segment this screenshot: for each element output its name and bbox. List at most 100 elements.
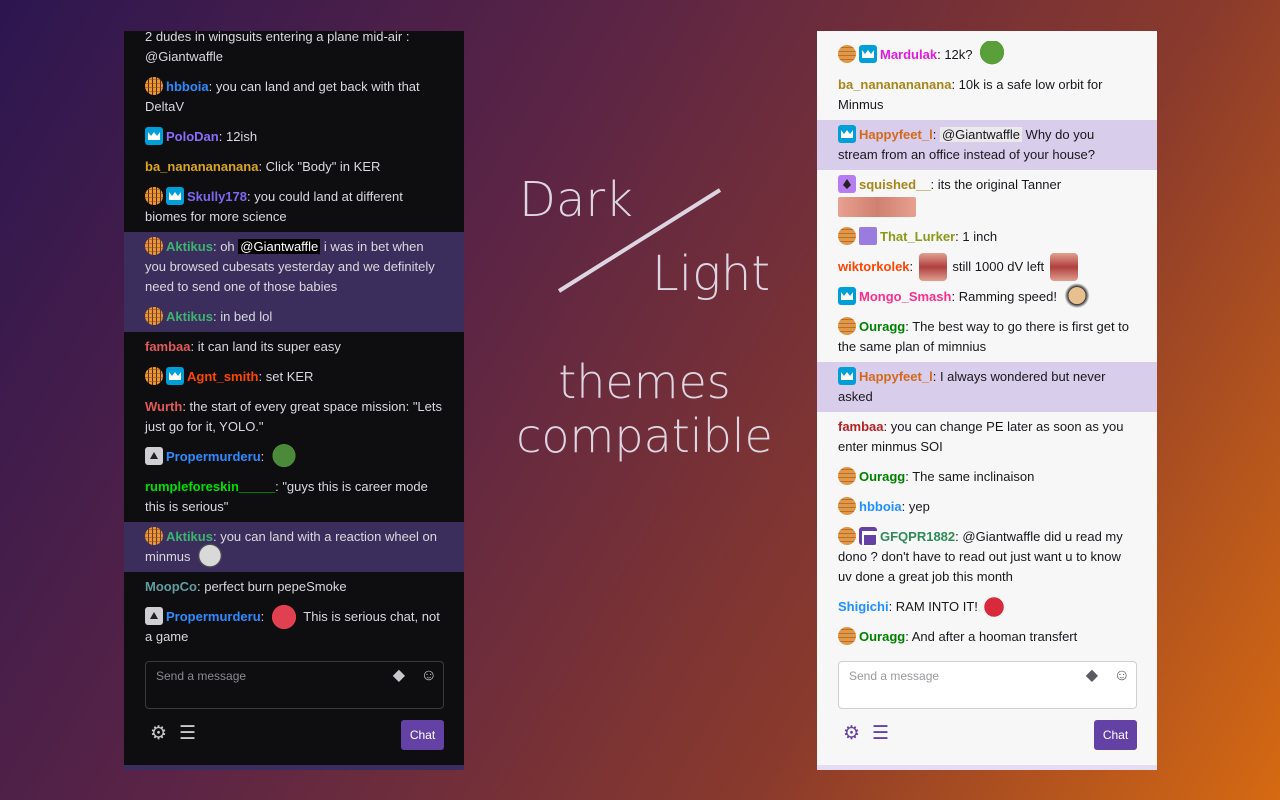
chat-send-button[interactable]: Chat xyxy=(1094,720,1137,750)
mention[interactable]: @Giantwaffle xyxy=(238,239,321,254)
chat-message: 2 dudes in wingsuits entering a plane mi… xyxy=(124,31,464,72)
chat-username[interactable]: Propermurderu xyxy=(166,609,261,624)
crown-badge-icon xyxy=(838,125,856,143)
chat-username[interactable]: rumpleforeskin_____ xyxy=(145,479,275,494)
gear-icon[interactable]: ⚙ xyxy=(150,724,167,744)
chat-message-list[interactable]: 2 dudes in wingsuits entering a plane mi… xyxy=(124,31,464,652)
chat-message: Wurth: the start of every great space mi… xyxy=(145,399,442,434)
chat-username[interactable]: squished__ xyxy=(859,177,931,192)
chat-username[interactable]: Mongo_Smash xyxy=(859,289,951,304)
emote-angry-icon[interactable] xyxy=(269,602,298,631)
chat-message: Aktikus: in bed lol xyxy=(124,302,464,332)
emote-man-icon[interactable] xyxy=(1062,282,1091,311)
bits-icon[interactable]: ◆ xyxy=(393,668,405,684)
chat-message: Shigichi: RAM INTO IT! xyxy=(817,592,1157,622)
message-text: it can land its super easy xyxy=(197,339,341,354)
caption-themes: themes compatible xyxy=(512,355,777,463)
crown-badge-icon xyxy=(838,367,856,385)
chat-username[interactable]: Ouragg xyxy=(859,319,905,334)
chat-username[interactable]: ba_nananananana xyxy=(838,77,951,92)
chat-message: Ouragg: The same inclinaison xyxy=(817,462,1157,492)
chat-username[interactable]: Skully178 xyxy=(187,189,247,204)
chat-input[interactable]: Send a message ◆ ☺ xyxy=(838,661,1137,709)
caption-themes-word: themes xyxy=(558,355,731,409)
chat-username[interactable]: GFQPR1882 xyxy=(880,529,955,544)
chat-username[interactable]: Ouragg xyxy=(859,629,905,644)
chat-username[interactable]: Shigichi xyxy=(838,599,889,614)
caption-compatible-word: compatible xyxy=(516,409,773,463)
chat-message: Mardulak: 12k? xyxy=(817,40,1157,70)
waffle-badge-icon xyxy=(838,45,856,63)
chat-username[interactable]: fambaa xyxy=(145,339,191,354)
viewer-list-icon[interactable]: ☰ xyxy=(872,724,889,744)
message-text: @Giantwaffle xyxy=(145,49,223,64)
message-text: still 1000 dV left xyxy=(948,259,1048,274)
chat-username[interactable]: Happyfeet_l xyxy=(859,127,933,142)
chat-send-button[interactable]: Chat xyxy=(401,720,444,750)
message-text: 2 dudes in wingsuits entering a plane mi… xyxy=(145,31,410,44)
message-text: yep xyxy=(908,499,930,514)
message-text: perfect burn pepeSmoke xyxy=(204,579,347,594)
chat-username[interactable]: Ouragg xyxy=(859,469,905,484)
chat-message: That_Lurker: 1 inch xyxy=(817,222,1157,252)
chat-username[interactable]: Wurth xyxy=(145,399,182,414)
chat-username[interactable]: Aktikus xyxy=(166,309,213,324)
film-badge-icon xyxy=(859,527,878,547)
waffle-badge-icon xyxy=(838,467,856,485)
chat-username[interactable]: Happyfeet_l xyxy=(859,369,933,384)
message-text: Click "Body" in KER xyxy=(265,159,381,174)
message-text: 1 inch xyxy=(962,229,998,244)
chat-username[interactable]: Agnt_smith xyxy=(187,369,259,384)
message-text: set KER xyxy=(265,369,314,384)
mention[interactable]: @Giantwaffle xyxy=(939,127,1022,142)
up-badge-icon xyxy=(145,447,163,465)
chat-username[interactable]: MoopCo xyxy=(145,579,197,594)
chat-message: PoloDan: 12ish xyxy=(124,122,464,152)
chat-username[interactable]: fambaa xyxy=(838,419,884,434)
viewer-list-icon[interactable]: ☰ xyxy=(179,724,196,744)
chat-username[interactable]: Mardulak xyxy=(880,47,937,62)
waffle-badge-icon xyxy=(145,367,163,385)
chat-message: ba_nananananana: Click "Body" in KER xyxy=(145,159,381,174)
waffle-badge-icon xyxy=(838,527,856,545)
emote-pepeglasses-icon[interactable] xyxy=(269,442,298,471)
bits-icon[interactable]: ◆ xyxy=(1086,668,1098,684)
emote-smiley-icon[interactable]: ☺ xyxy=(421,668,437,684)
chat-toolbar: ⚙ ☰ Chat xyxy=(838,720,1137,750)
chat-message: Skully178: you could land at different b… xyxy=(145,187,403,224)
chat-username[interactable]: Aktikus xyxy=(166,529,213,544)
chat-message: Ouragg: The best way to go there is firs… xyxy=(838,317,1130,354)
chat-message: GFQPR1882: @Giantwaffle did u read my do… xyxy=(838,527,1123,584)
chat-username[interactable]: ba_nananananana xyxy=(145,159,258,174)
waffle-badge-icon xyxy=(145,527,163,545)
chat-message: squished__: its the original Tanner xyxy=(817,170,1157,222)
emote-smiley-icon[interactable]: ☺ xyxy=(1114,668,1130,684)
emote-mouth-icon[interactable] xyxy=(918,252,947,281)
chat-message: fambaa: it can land its super easy xyxy=(145,339,341,354)
chat-username[interactable]: That_Lurker xyxy=(880,229,955,244)
chat-username[interactable]: Propermurderu xyxy=(166,449,261,464)
chat-username[interactable]: Aktikus xyxy=(166,239,213,254)
light-chat-panel: Mardulak: 12k? ba_nananananana: 10k is a… xyxy=(817,31,1157,770)
chat-username[interactable]: hbboia xyxy=(859,499,902,514)
emote-angryround-icon[interactable] xyxy=(983,596,1004,617)
chat-message: hbboia: you can land and get back with t… xyxy=(145,77,420,114)
chat-username[interactable]: hbboia xyxy=(166,79,209,94)
gear-icon[interactable]: ⚙ xyxy=(843,724,860,744)
chat-message-list[interactable]: Mardulak: 12k? ba_nananananana: 10k is a… xyxy=(817,31,1157,652)
emote-face-icon[interactable] xyxy=(196,542,225,571)
message-text: Ramming speed! xyxy=(958,289,1061,304)
chat-message: wiktorkolek: still 1000 dV left xyxy=(817,252,1157,282)
chat-username[interactable]: PoloDan xyxy=(166,129,219,144)
chat-input-placeholder: Send a message xyxy=(156,669,247,683)
bottom-strip xyxy=(124,765,464,770)
emote-pepe-icon[interactable] xyxy=(978,40,1007,69)
emote-eyes-icon[interactable] xyxy=(838,197,916,217)
diamond-badge-icon xyxy=(838,175,856,193)
chat-input[interactable]: Send a message ◆ ☺ xyxy=(145,661,444,709)
message-text: 12ish xyxy=(225,129,258,144)
chat-username[interactable]: wiktorkolek xyxy=(838,259,910,274)
emote-mouth-icon[interactable] xyxy=(1049,252,1078,281)
crown-badge-icon xyxy=(838,287,856,305)
waffle-badge-icon xyxy=(838,627,856,645)
